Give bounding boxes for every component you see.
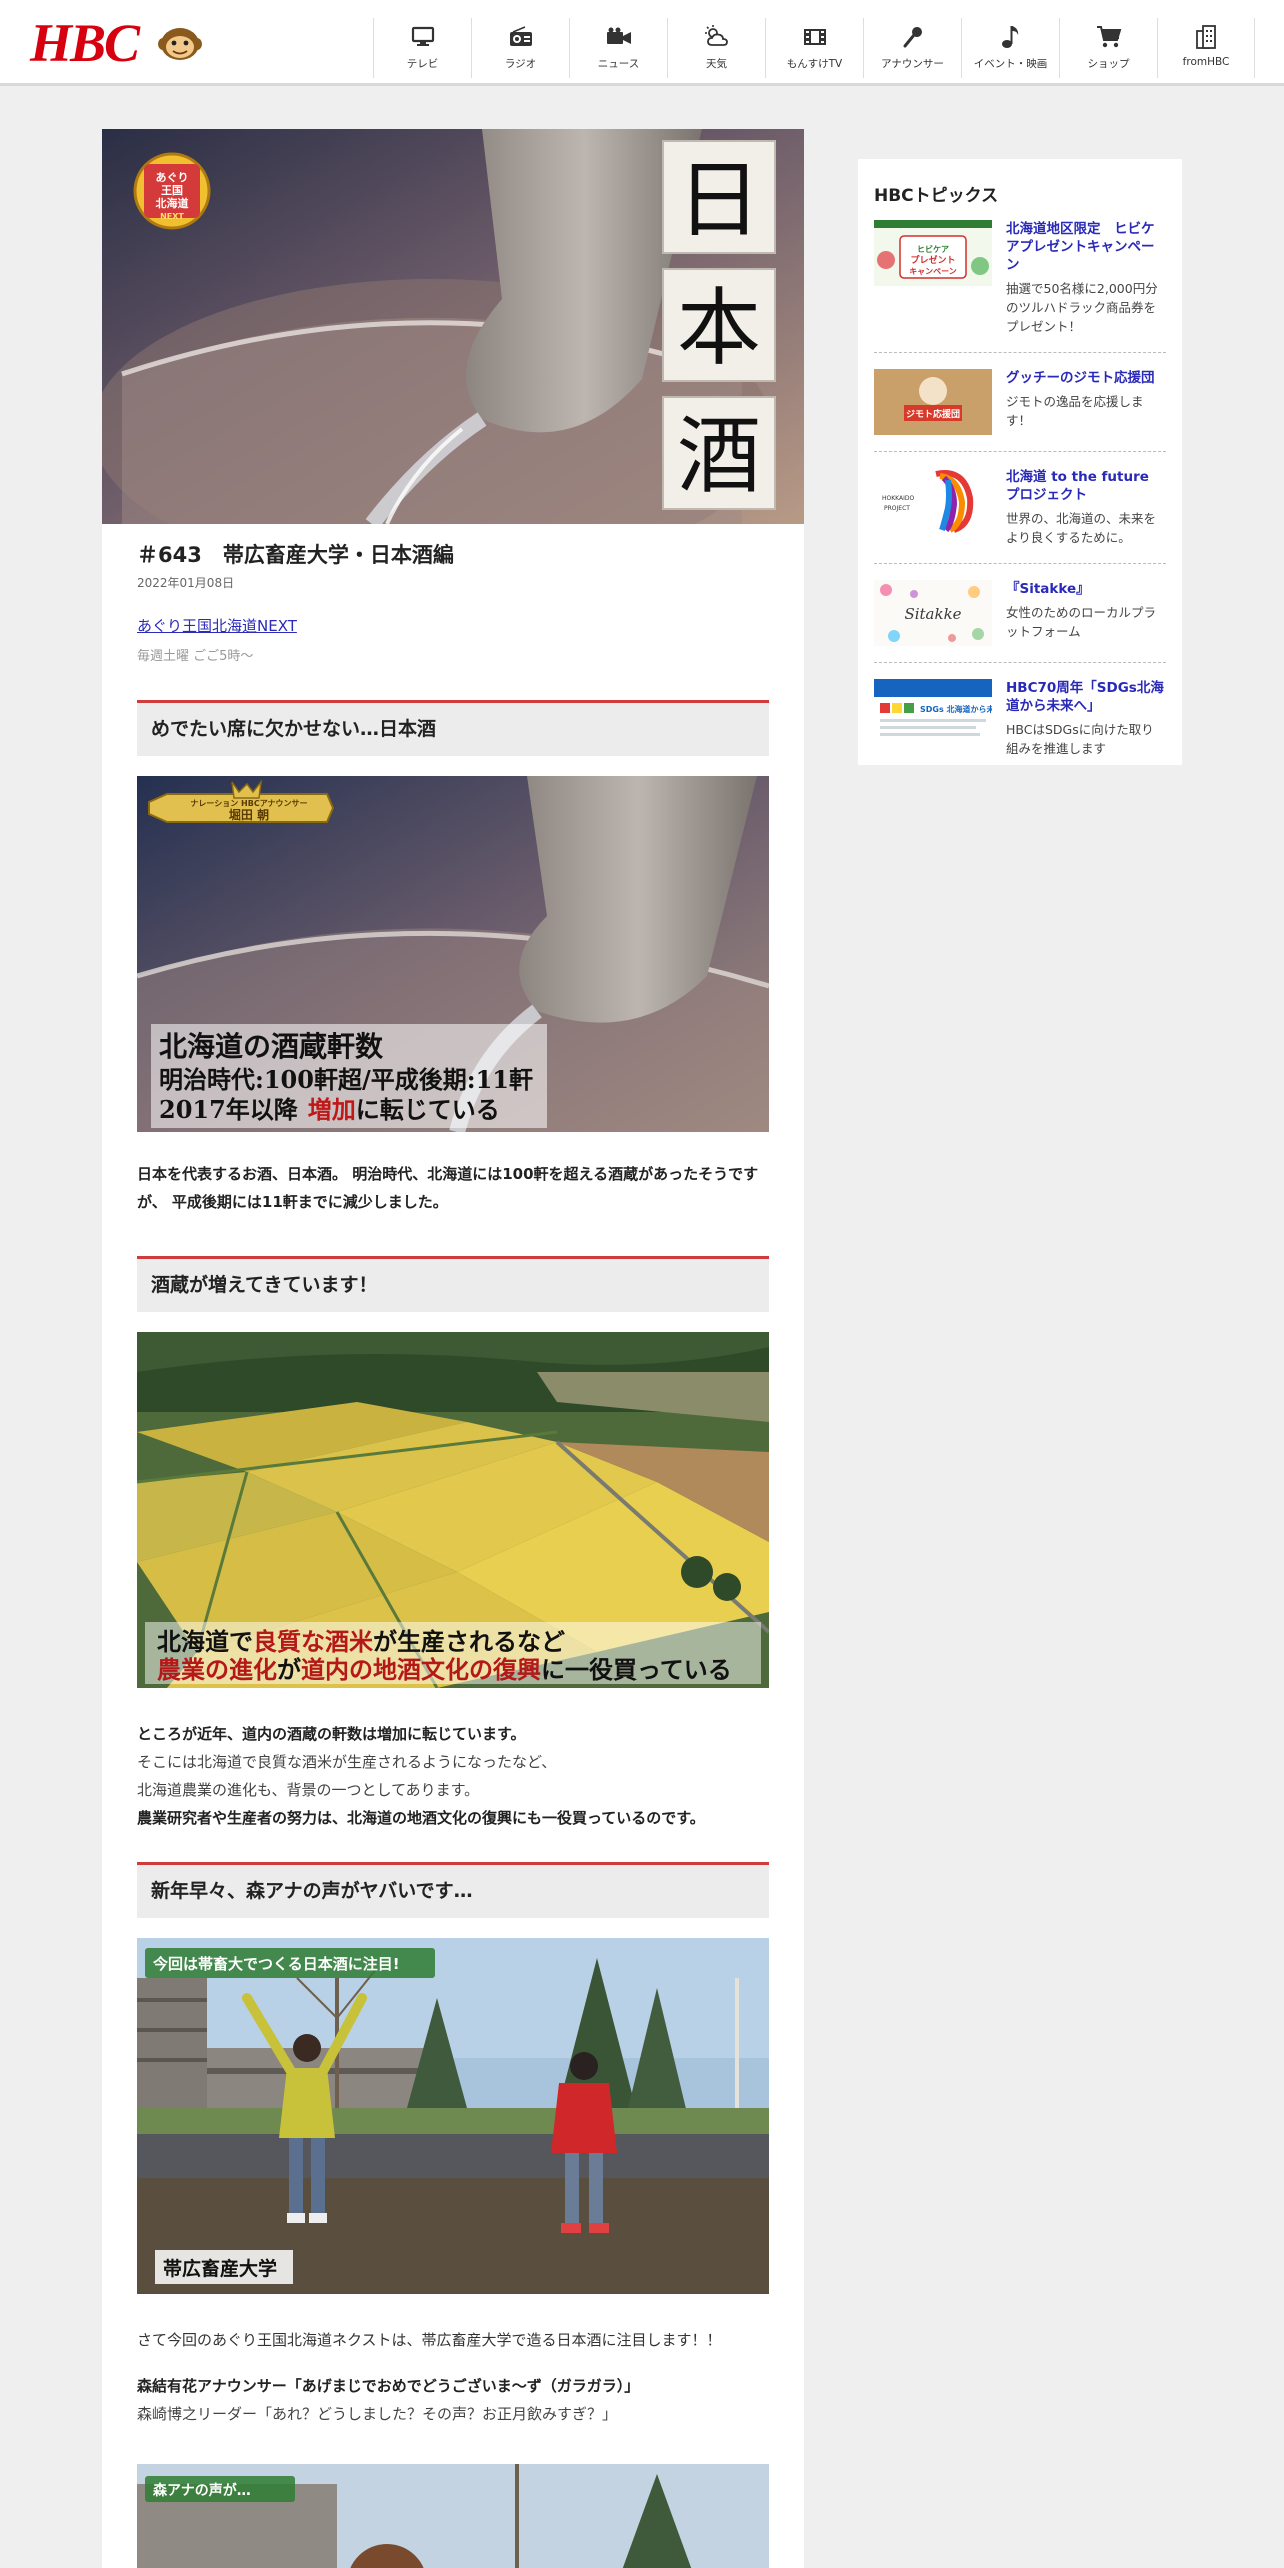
image-caption-line: 今回は帯畜大でつくる日本酒に注目!: [152, 1955, 400, 1973]
badge-text: NEXT: [160, 212, 184, 221]
sidebar-topics: HBCトピックス ヒビケア プレゼント キャンペーン 北海道地区限定 ヒビケアプ…: [858, 159, 1182, 765]
tv-icon: [410, 24, 436, 50]
text-line: そこには北海道で良質な酒米が生産されるようになったなど、: [137, 1753, 557, 1771]
nav-monsuke-tv[interactable]: もんすけTV: [765, 18, 863, 78]
radio-icon: [508, 24, 534, 50]
topic-description: 女性のためのローカルプラットフォーム: [1006, 605, 1157, 639]
section-text: ところが近年、道内の酒蔵の軒数は増加に転じています。 そこには北海道で良質な酒米…: [137, 1720, 769, 1832]
topic-thumbnail[interactable]: HOKKAIDO PROJECT: [874, 468, 992, 534]
section-text: さて今回のあぐり王国北海道ネクストは、帯広畜産大学で造る日本酒に注目します！！: [137, 2331, 722, 2349]
section-image-brewery-count: ナレーション HBCアナウンサー 堀田 朝 北海道の酒蔵軒数 明治時代:100軒…: [137, 776, 769, 1132]
badge-text: 北海道: [156, 196, 189, 210]
topic-thumbnail[interactable]: ジモト応援団: [874, 369, 992, 435]
dialogue: 森結有花アナウンサー「あげまじでおめでどうございま～ず（ガラガラ）」 森崎博之リ…: [137, 2372, 769, 2428]
topic-thumbnail[interactable]: Sitakke: [874, 580, 992, 646]
topic-thumbnail[interactable]: SDGs 北海道から未来へ: [874, 679, 992, 745]
svg-text:PROJECT: PROJECT: [884, 505, 910, 512]
hero-image: あぐり 王国 北海道 NEXT 日 本 酒: [102, 129, 804, 524]
nav-events-movies[interactable]: イベント・映画: [961, 18, 1059, 78]
article-body: ＃643 帯広畜産大学・日本酒編 2022年01月08日 あぐり王国北海道NEX…: [137, 524, 769, 2568]
topic-description: 抽選で50名様に2,000円分のツルハドラック商品券をプレゼント！: [1006, 281, 1158, 334]
svg-text:Sitakke: Sitakke: [904, 605, 961, 623]
svg-text:HOKKAIDO: HOKKAIDO: [882, 495, 914, 502]
topic-link[interactable]: 北海道地区限定 ヒビケアプレゼントキャンペーン: [1006, 220, 1166, 274]
narration-label: ナレーション HBCアナウンサー: [190, 799, 307, 808]
topic-description: ジモトの逸品を応援します！: [1006, 394, 1144, 428]
topic-item[interactable]: Sitakke 『Sitakke』 女性のためのローカルプラットフォーム: [874, 564, 1166, 663]
image-caption-line: 北海道の酒蔵軒数: [159, 1030, 384, 1063]
dialogue-line: 森崎博之リーダー「あれ？どうしました？その声？お正月飲みすぎ？」: [137, 2405, 618, 2423]
broadcast-schedule: 毎週土曜 ごご5時～: [137, 649, 254, 664]
topic-link[interactable]: 『Sitakke』: [1006, 580, 1166, 598]
nav-news[interactable]: ニュース: [569, 18, 667, 78]
topic-item[interactable]: HOKKAIDO PROJECT 北海道 to the future プロジェク…: [874, 452, 1166, 564]
hero-kanji: 日: [677, 151, 761, 249]
section-heading: めでたい席に欠かせない…日本酒: [137, 700, 769, 756]
article-title: ＃643 帯広畜産大学・日本酒編: [137, 543, 454, 567]
article-date: 2022年01月08日: [137, 576, 235, 590]
section-heading: 新年早々、森アナの声がヤバいです…: [137, 1862, 769, 1918]
weather-icon: [704, 24, 730, 50]
nav-weather[interactable]: 天気: [667, 18, 765, 78]
topic-link[interactable]: グッチーのジモト応援団: [1006, 369, 1166, 387]
image-caption-line: 森アナの声が…: [153, 2482, 251, 2499]
site-header: HBC テレビ ラジオ ニュース 天気 もんすけTV アナウンサー イベント・映…: [0, 0, 1284, 86]
image-caption-line: 明治時代:100軒超/平成後期:11軒: [159, 1065, 533, 1094]
badge-text: 王国: [161, 184, 183, 197]
nav-shop[interactable]: ショップ: [1059, 18, 1157, 78]
sidebar-title: HBCトピックス: [874, 186, 999, 206]
nav-announcer[interactable]: アナウンサー: [863, 18, 961, 78]
monkey-mascot-icon: [158, 28, 202, 60]
film-icon: [802, 24, 828, 50]
svg-text:SDGs 北海道から未来へ: SDGs 北海道から未来へ: [920, 704, 992, 714]
text-line: 農業研究者や生産者の努力は、北海道の地酒文化の復興にも一役買っているのです。: [137, 1809, 705, 1827]
music-note-icon: [998, 24, 1024, 50]
topic-item[interactable]: ジモト応援団 グッチーのジモト応援団 ジモトの逸品を応援します！: [874, 353, 1166, 452]
badge-text: あぐり: [156, 171, 189, 184]
building-icon: [1193, 24, 1219, 50]
text-line: 北海道農業の進化も、背景の一つとしてあります。: [137, 1781, 480, 1799]
topic-item[interactable]: SDGs 北海道から未来へ HBC70周年「SDGs北海道から未来へ」 HBCは…: [874, 663, 1166, 774]
svg-text:ジモト応援団: ジモト応援団: [906, 408, 960, 420]
program-link[interactable]: あぐり王国北海道NEXT: [137, 615, 297, 636]
topic-item[interactable]: ヒビケア プレゼント キャンペーン 北海道地区限定 ヒビケアプレゼントキャンペー…: [874, 206, 1166, 353]
image-caption-line: 農業の進化が道内の地酒文化の復興に一役買っている: [157, 1655, 732, 1684]
hbc-logo[interactable]: HBC: [30, 16, 205, 70]
text-line: ところが近年、道内の酒蔵の軒数は増加に転じています。: [137, 1725, 526, 1743]
section-image-campus: 今回は帯畜大でつくる日本酒に注目! 帯広畜産大学: [137, 1938, 769, 2294]
topic-description: 世界の、北海道の、未来をより良くするために。: [1006, 511, 1157, 545]
video-camera-icon: [606, 24, 632, 50]
topic-link[interactable]: 北海道 to the future プロジェクト: [1006, 468, 1166, 504]
hero-kanji: 本: [677, 279, 761, 377]
image-caption-line: 帯広畜産大学: [163, 2257, 277, 2280]
topic-thumbnail[interactable]: ヒビケア プレゼント キャンペーン: [874, 220, 992, 286]
nav-from-hbc[interactable]: fromHBC: [1157, 18, 1255, 78]
sake-pour-photo: あぐり 王国 北海道 NEXT 日 本 酒: [102, 129, 804, 524]
section-text: 日本を代表するお酒、日本酒。 明治時代、北海道には100軒を超える酒蔵があったそ…: [137, 1165, 759, 1211]
image-caption-line: 北海道で良質な酒米が生産されるなど: [157, 1627, 565, 1656]
hero-kanji: 酒: [677, 407, 761, 505]
image-caption-line: 2017年以降 増加に転じている: [159, 1095, 500, 1124]
narrator-name: 堀田 朝: [229, 807, 269, 822]
section-heading: 酒蔵が増えてきています！: [137, 1256, 769, 1312]
nav-radio[interactable]: ラジオ: [471, 18, 569, 78]
cart-icon: [1096, 24, 1122, 50]
topic-description: HBCはSDGsに向けた取り組みを推進します: [1006, 722, 1154, 756]
article: あぐり 王国 北海道 NEXT 日 本 酒 ＃643 帯広畜産大学・日本酒編 2…: [102, 129, 804, 2568]
topic-link[interactable]: HBC70周年「SDGs北海道から未来へ」: [1006, 679, 1166, 715]
svg-text:ヒビケア: ヒビケア: [917, 244, 949, 254]
section-image-rice-fields: 北海道で良質な酒米が生産されるなど 農業の進化が道内の地酒文化の復興に一役買って…: [137, 1332, 769, 1688]
nav-tv[interactable]: テレビ: [373, 18, 471, 78]
svg-text:キャンペーン: キャンペーン: [909, 267, 957, 276]
global-nav: テレビ ラジオ ニュース 天気 もんすけTV アナウンサー イベント・映画 ショ…: [373, 18, 1255, 78]
microphone-icon: [900, 24, 926, 50]
dialogue-line: 森結有花アナウンサー「あげまじでおめでどうございま～ず（ガラガラ）」: [137, 2377, 640, 2395]
section-image-partial: 森アナの声が…: [137, 2464, 769, 2568]
svg-text:プレゼント: プレゼント: [910, 254, 955, 266]
